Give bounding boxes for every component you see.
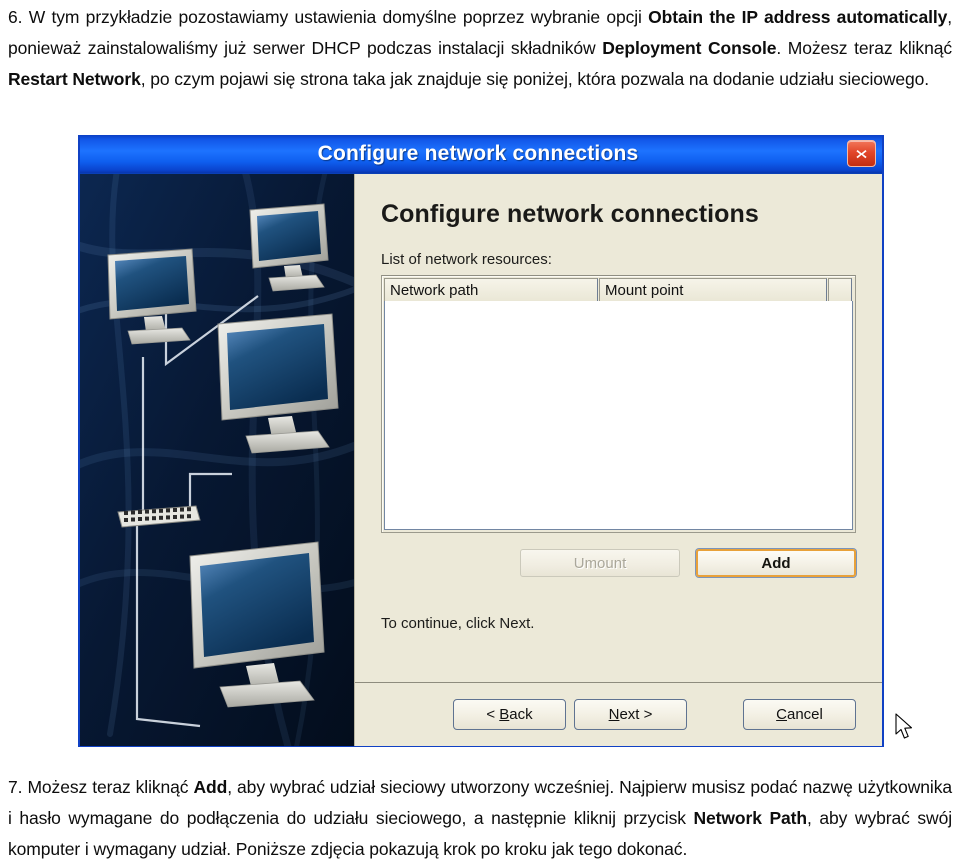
- dialog-footer: < Back Next > Cancel: [355, 682, 882, 746]
- cancel-button-label: Cancel: [776, 706, 823, 723]
- continue-instruction-text: To continue, click Next.: [381, 615, 535, 632]
- column-header-mount-point[interactable]: Mount point: [599, 278, 827, 302]
- column-header-spacer: [828, 278, 852, 302]
- column-header-network-path[interactable]: Network path: [384, 278, 598, 302]
- page-title: Configure network connections: [381, 200, 759, 228]
- add-button[interactable]: Add: [696, 549, 856, 577]
- next-button[interactable]: Next >: [574, 699, 687, 730]
- mouse-pointer-arrow: [895, 713, 917, 743]
- umount-button[interactable]: Umount: [520, 549, 680, 577]
- listbox-header-row: Network path Mount point: [384, 278, 853, 302]
- configure-network-connections-window: Configure network connections Configure …: [78, 135, 913, 747]
- network-monitors-illustration: [80, 174, 355, 746]
- dialog-content: Configure network connections List of ne…: [355, 174, 882, 746]
- network-resources-listbox[interactable]: Network path Mount point: [381, 275, 856, 533]
- footer-nav-group: < Back Next >: [453, 699, 687, 730]
- cancel-button[interactable]: Cancel: [743, 699, 856, 730]
- back-button-label: < Back: [486, 706, 533, 723]
- instruction-paragraph-step-7: 7. Możesz teraz kliknąć Add, aby wybrać …: [8, 777, 952, 859]
- next-button-label: Next >: [608, 706, 653, 723]
- dialog-content-inner: Configure network connections List of ne…: [355, 174, 882, 682]
- window-body: Configure network connections List of ne…: [80, 174, 882, 746]
- footer-cancel-group: Cancel: [743, 699, 856, 730]
- intro-paragraph-step-6: 6. W tym przykładzie pozostawiamy ustawi…: [8, 7, 952, 89]
- window-titlebar[interactable]: Configure network connections: [80, 135, 882, 174]
- listbox-rows-area[interactable]: [384, 301, 853, 530]
- close-icon[interactable]: [847, 140, 876, 167]
- listbox-action-buttons: Umount Add: [381, 549, 856, 577]
- back-button[interactable]: < Back: [453, 699, 566, 730]
- list-of-network-resources-label: List of network resources:: [381, 251, 552, 268]
- window-title: Configure network connections: [317, 142, 639, 165]
